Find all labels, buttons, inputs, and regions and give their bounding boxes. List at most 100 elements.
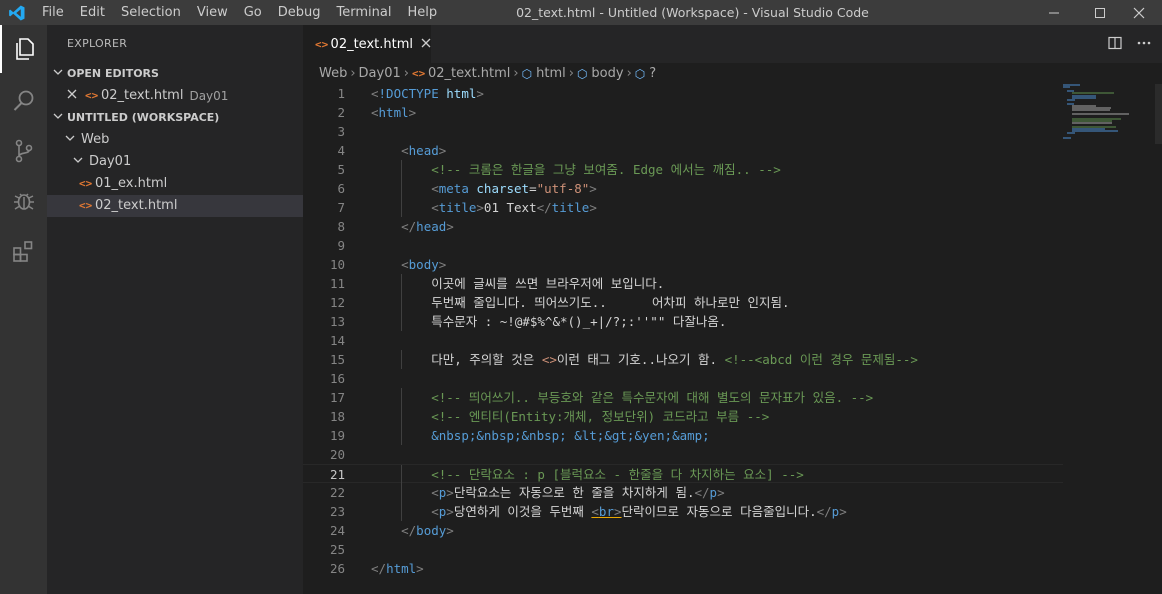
editor-area: <> 02_text.html Web › Day01 › <> 02_text…: [303, 25, 1162, 594]
code-line[interactable]: 20: [303, 445, 1063, 464]
code-line[interactable]: 10 <body>: [303, 255, 1063, 274]
line-number: 4: [337, 143, 345, 158]
symbol-element-icon: ⬡: [576, 67, 588, 81]
code-line[interactable]: 24 </body>: [303, 521, 1063, 540]
code-text: 이곳에 글씨를 쓰면 브라우저에 보입니다.: [371, 276, 665, 291]
code-line[interactable]: 5 <!-- 크롬은 한글을 그냥 보여줌. Edge 에서는 깨짐.. -->: [303, 160, 1063, 179]
close-window-button[interactable]: [1116, 0, 1162, 25]
line-number: 25: [329, 542, 345, 557]
minimap[interactable]: [1063, 84, 1162, 594]
close-editor-icon[interactable]: [67, 85, 85, 107]
menu-terminal[interactable]: Terminal: [329, 0, 400, 25]
code-line[interactable]: 12 두번째 줄입니다. 띄어쓰기도.. 어차피 하나로만 인지됨.: [303, 293, 1063, 312]
code-line[interactable]: 23 <p>당연하게 이것을 두번째 <br>단락이므로 자동으로 다음줄입니다…: [303, 502, 1063, 521]
line-number: 7: [337, 200, 345, 215]
code-line[interactable]: 19 &nbsp;&nbsp;&nbsp; &lt;&gt;&yen;&amp;: [303, 426, 1063, 445]
breadcrumb-item[interactable]: Day01: [359, 63, 401, 85]
menu-debug[interactable]: Debug: [270, 0, 329, 25]
code-text: <!-- 단락요소 : p [블럭요소 - 한줄을 다 차지하는 요소] -->: [431, 467, 804, 482]
code-line[interactable]: 9: [303, 236, 1063, 255]
breadcrumb-item[interactable]: ?: [649, 63, 656, 85]
search-icon: [13, 90, 33, 111]
code-line[interactable]: 17 <!-- 띄어쓰기.. 부등호와 같은 특수문자에 대해 별도의 문자표가…: [303, 388, 1063, 407]
code-text: </html>: [371, 561, 424, 576]
line-number: 18: [329, 409, 345, 424]
menu-bar: File Edit Selection View Go Debug Termin…: [34, 0, 445, 25]
tree-folder-web[interactable]: Web: [47, 129, 303, 151]
breadcrumb-item[interactable]: body: [591, 63, 623, 85]
menu-help[interactable]: Help: [399, 0, 445, 25]
code-text: <meta charset="utf-8">: [431, 181, 597, 196]
line-number: 10: [329, 257, 345, 272]
chevron-right-icon: ›: [403, 66, 409, 81]
tab-02-text-html[interactable]: <> 02_text.html: [303, 25, 431, 63]
tab-bar: <> 02_text.html: [303, 25, 1162, 63]
code-text: <!-- 띄어쓰기.. 부등호와 같은 특수문자에 대해 별도의 문자표가 있음…: [431, 390, 874, 405]
scrollbar-slider[interactable]: [1155, 84, 1162, 144]
line-number: 11: [329, 276, 345, 291]
code-line[interactable]: 14: [303, 331, 1063, 350]
code-line[interactable]: 25: [303, 540, 1063, 559]
minimap-line: [1071, 109, 1111, 112]
breadcrumb-item[interactable]: html: [536, 63, 566, 85]
split-editor-icon[interactable]: [1108, 35, 1122, 54]
code-line[interactable]: 21 <!-- 단락요소 : p [블럭요소 - 한줄을 다 차지하는 요소] …: [303, 464, 1063, 484]
minimize-button[interactable]: [1031, 0, 1077, 25]
code-line[interactable]: 3: [303, 122, 1063, 141]
menu-go[interactable]: Go: [236, 0, 270, 25]
code-text: </head>: [401, 219, 454, 234]
menu-selection[interactable]: Selection: [113, 0, 189, 25]
open-editors-header[interactable]: OPEN EDITORS: [47, 63, 303, 85]
line-number: 9: [337, 238, 345, 253]
line-number: 26: [329, 561, 345, 576]
menu-edit[interactable]: Edit: [72, 0, 113, 25]
menu-view[interactable]: View: [189, 0, 236, 25]
code-line[interactable]: 11 이곳에 글씨를 쓰면 브라우저에 보입니다.: [303, 274, 1063, 293]
debug-icon: [13, 193, 34, 210]
html-file-icon: <>: [85, 89, 99, 102]
line-number: 20: [329, 447, 345, 462]
breadcrumb-item[interactable]: 02_text.html: [428, 63, 510, 85]
code-line[interactable]: 8 </head>: [303, 217, 1063, 236]
code-line[interactable]: 1 <!DOCTYPE html>: [303, 84, 1063, 103]
activity-source-control[interactable]: [0, 127, 47, 175]
code-line[interactable]: 22 <p>단락요소는 자동으로 한 줄을 차지하게 됨.</p>: [303, 483, 1063, 502]
code-line[interactable]: 16: [303, 369, 1063, 388]
code-line[interactable]: 4 <head>: [303, 141, 1063, 160]
tab-label: 02_text.html: [330, 36, 413, 52]
workspace-header[interactable]: UNTITLED (WORKSPACE): [47, 107, 303, 129]
code-text: <!DOCTYPE html>: [371, 86, 484, 101]
breadcrumb-item[interactable]: Web: [319, 63, 347, 85]
breadcrumb: Web › Day01 › <> 02_text.html › ⬡ html ›…: [319, 63, 656, 85]
line-number: 24: [329, 523, 345, 538]
tree-file-01-ex[interactable]: <> 01_ex.html: [47, 173, 303, 195]
minimap-line: [1067, 98, 1076, 101]
code-line[interactable]: 13 특수문자 : ~!@#$%^&*()_+|/?;:''"" 다잘나옴.: [303, 312, 1063, 331]
tree-folder-label: Day01: [89, 154, 132, 169]
code-line[interactable]: 15 다만, 주의할 것은 <>이런 태그 기호..나오기 함. <!--<ab…: [303, 350, 1063, 369]
activity-debug[interactable]: [0, 177, 47, 225]
code-line[interactable]: 26 </html>: [303, 559, 1063, 578]
code-line[interactable]: 18 <!-- 엔티티(Entity:개체, 정보단위) 코드라고 부름 -->: [303, 407, 1063, 426]
code-line[interactable]: 6 <meta charset="utf-8">: [303, 179, 1063, 198]
code-text: 특수문자 : ~!@#$%^&*()_+|/?;:''"" 다잘나옴.: [371, 314, 727, 329]
tree-folder-day01[interactable]: Day01: [47, 151, 303, 173]
tree-file-02-text[interactable]: <> 02_text.html: [47, 195, 303, 217]
line-number: 17: [329, 390, 345, 405]
activity-explorer[interactable]: [0, 25, 47, 73]
open-editor-item[interactable]: <> 02_text.html Day01: [47, 85, 303, 107]
more-actions-icon[interactable]: [1136, 35, 1152, 54]
chevron-right-icon: ›: [568, 66, 574, 81]
code-line[interactable]: 7 <title>01 Text</title>: [303, 198, 1063, 217]
explorer-icon: [15, 38, 34, 60]
minimap-line: [1067, 132, 1076, 135]
code-text: &nbsp;&nbsp;&nbsp; &lt;&gt;&yen;&amp;: [431, 428, 710, 443]
menu-file[interactable]: File: [34, 0, 72, 25]
code-line[interactable]: 2 <html>: [303, 103, 1063, 122]
html-file-icon: <>: [315, 37, 329, 51]
line-number: 2: [337, 105, 345, 120]
tab-close-icon[interactable]: [421, 36, 431, 52]
activity-search[interactable]: [0, 77, 47, 125]
activity-extensions[interactable]: [0, 227, 47, 275]
tree-folder-label: Web: [81, 132, 110, 147]
